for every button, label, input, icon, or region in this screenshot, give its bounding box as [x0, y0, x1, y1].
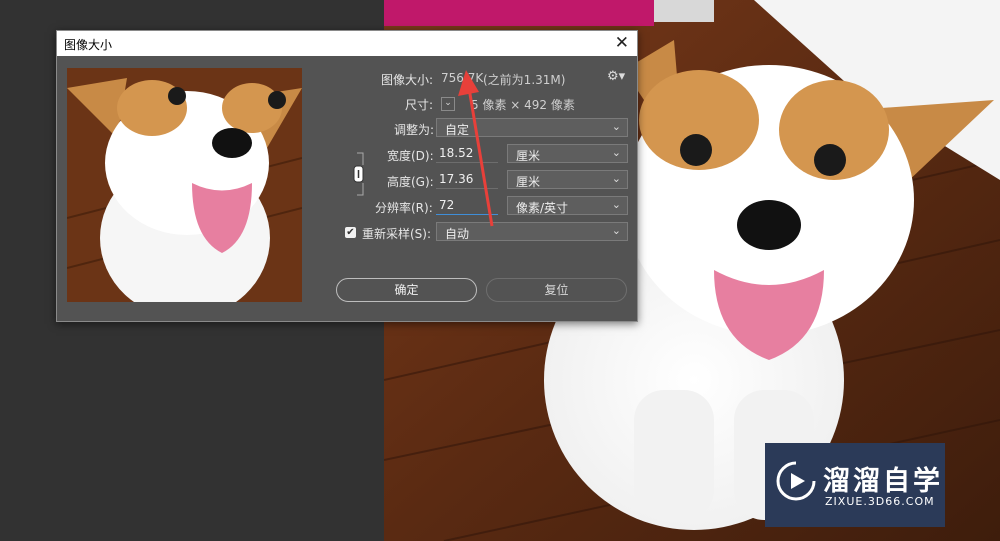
gear-icon[interactable]: ⚙▾ — [607, 69, 625, 84]
chevron-down-icon: ⌄ — [611, 120, 621, 133]
fit-to-label: 调整为: — [394, 123, 435, 137]
dialog-titlebar[interactable]: 图像大小 ✕ — [57, 31, 637, 56]
height-unit-select[interactable]: 厘米 ⌄ — [507, 170, 628, 189]
resolution-input[interactable]: 72 — [436, 196, 498, 215]
chevron-down-icon: ⌄ — [611, 172, 621, 185]
image-preview[interactable] — [67, 68, 302, 302]
dimensions-label: 尺寸: — [405, 98, 434, 112]
chevron-down-icon: ⌄ — [611, 198, 621, 211]
height-label: 高度(G): — [387, 175, 434, 189]
height-unit-value: 厘米 — [516, 175, 541, 189]
chevron-down-icon: ⌄ — [611, 224, 621, 237]
width-unit-value: 厘米 — [516, 149, 541, 163]
height-input[interactable]: 17.36 — [436, 170, 498, 189]
width-label: 宽度(D): — [387, 149, 434, 163]
dialog-title: 图像大小 — [64, 38, 113, 52]
image-size-previous: (之前为1.31M) — [483, 73, 566, 87]
reset-button[interactable]: 复位 — [486, 278, 627, 302]
resample-label: 重新采样(S): — [362, 227, 432, 241]
width-unit-select[interactable]: 厘米 ⌄ — [507, 144, 628, 163]
resample-checkbox[interactable]: ✔ — [345, 227, 356, 238]
close-icon[interactable]: ✕ — [615, 33, 629, 53]
width-input[interactable]: 18.52 — [436, 144, 498, 163]
resample-select[interactable]: 自动 ⌄ — [436, 222, 628, 241]
dimensions-value: 5 像素 × 492 像素 — [471, 98, 575, 112]
fit-to-value: 自定 — [445, 123, 470, 137]
image-size-dialog: 图像大小 ✕ 图像大小: 756.7K (之前为1.31M) ⚙▾ 尺寸: ⌄ … — [56, 30, 638, 322]
play-logo-icon — [776, 461, 816, 501]
link-icon[interactable] — [353, 151, 367, 197]
resolution-unit-select[interactable]: 像素/英寸 ⌄ — [507, 196, 628, 215]
resolution-unit-value: 像素/英寸 — [516, 201, 569, 215]
watermark-badge: 溜溜自学 ZIXUE.3D66.COM — [765, 443, 945, 527]
dimensions-unit-dropdown[interactable]: ⌄ — [441, 97, 455, 111]
resample-value: 自动 — [445, 227, 470, 241]
chevron-down-icon: ⌄ — [611, 146, 621, 159]
watermark-url: ZIXUE.3D66.COM — [825, 495, 935, 508]
image-size-label: 图像大小: — [381, 73, 434, 87]
ok-button[interactable]: 确定 — [336, 278, 477, 302]
image-size-value: 756.7K — [441, 71, 484, 85]
fit-to-select[interactable]: 自定 ⌄ — [436, 118, 628, 137]
resolution-label: 分辨率(R): — [375, 201, 433, 215]
watermark-title: 溜溜自学 — [823, 466, 943, 497]
